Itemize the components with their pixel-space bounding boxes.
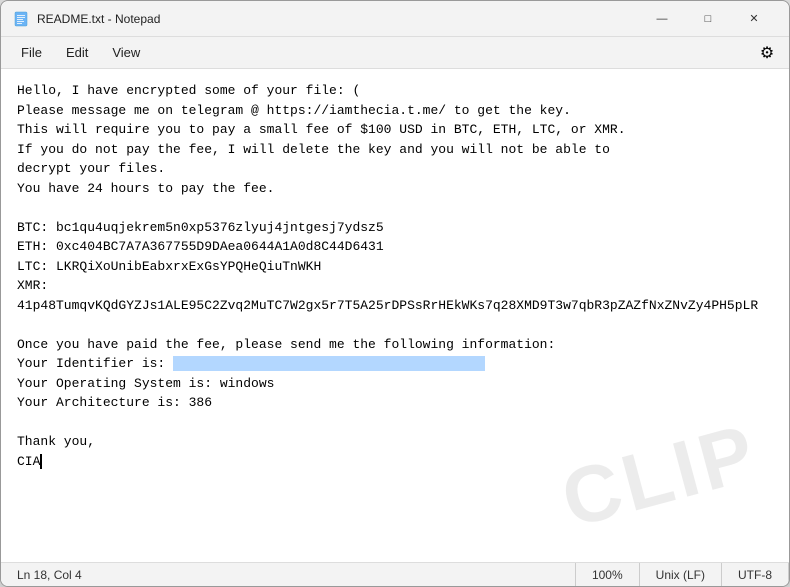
menu-bar: File Edit View ⚙ [1,37,789,69]
text-cursor [40,454,42,469]
text-editor[interactable]: Hello, I have encrypted some of your fil… [1,69,789,562]
settings-gear-icon[interactable]: ⚙ [753,39,781,67]
window-controls: — □ ✕ [639,1,777,37]
cursor-position: Ln 18, Col 4 [1,563,576,586]
title-bar: README.txt - Notepad — □ ✕ [1,1,789,37]
menu-edit[interactable]: Edit [54,41,100,64]
notepad-window: README.txt - Notepad — □ ✕ File Edit Vie… [0,0,790,587]
encoding: UTF-8 [722,563,789,586]
minimize-button[interactable]: — [639,1,685,37]
content-area: Hello, I have encrypted some of your fil… [1,69,789,562]
status-bar: Ln 18, Col 4 100% Unix (LF) UTF-8 [1,562,789,586]
app-icon [13,11,29,27]
window-title: README.txt - Notepad [37,12,639,26]
zoom-level: 100% [576,563,640,586]
menu-items: File Edit View [9,41,152,64]
menu-file[interactable]: File [9,41,54,64]
maximize-button[interactable]: □ [685,1,731,37]
menu-view[interactable]: View [100,41,152,64]
line-ending: Unix (LF) [640,563,722,586]
close-button[interactable]: ✕ [731,1,777,37]
identifier-highlight [173,356,485,371]
